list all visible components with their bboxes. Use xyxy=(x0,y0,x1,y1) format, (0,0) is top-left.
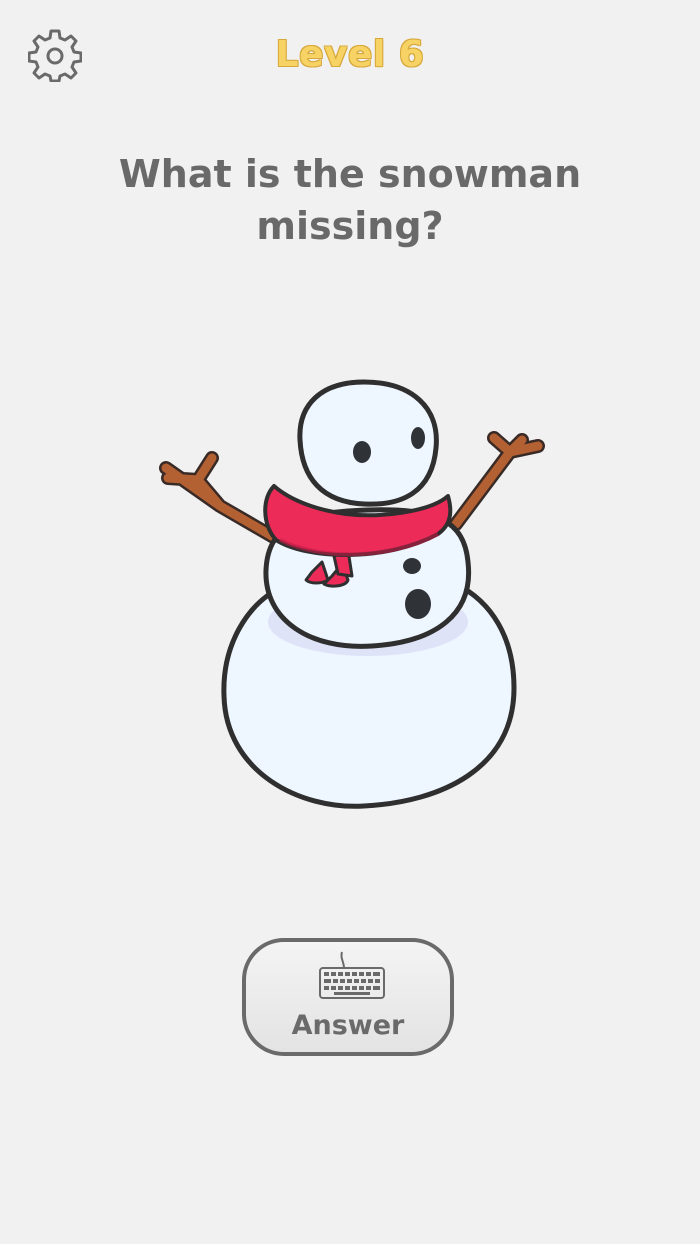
left-eye xyxy=(353,441,371,463)
right-arm xyxy=(449,431,545,531)
button-top xyxy=(403,558,421,574)
right-eye xyxy=(411,427,425,449)
answer-label: Answer xyxy=(291,1010,405,1041)
question-text: What is the snowman missing? xyxy=(118,152,582,248)
snowman-illustration[interactable] xyxy=(150,370,550,820)
level-title: Level 6 xyxy=(275,34,425,75)
button-bottom xyxy=(405,589,431,619)
keyboard-icon xyxy=(319,951,385,999)
answer-button[interactable]: Answer xyxy=(242,938,454,1056)
